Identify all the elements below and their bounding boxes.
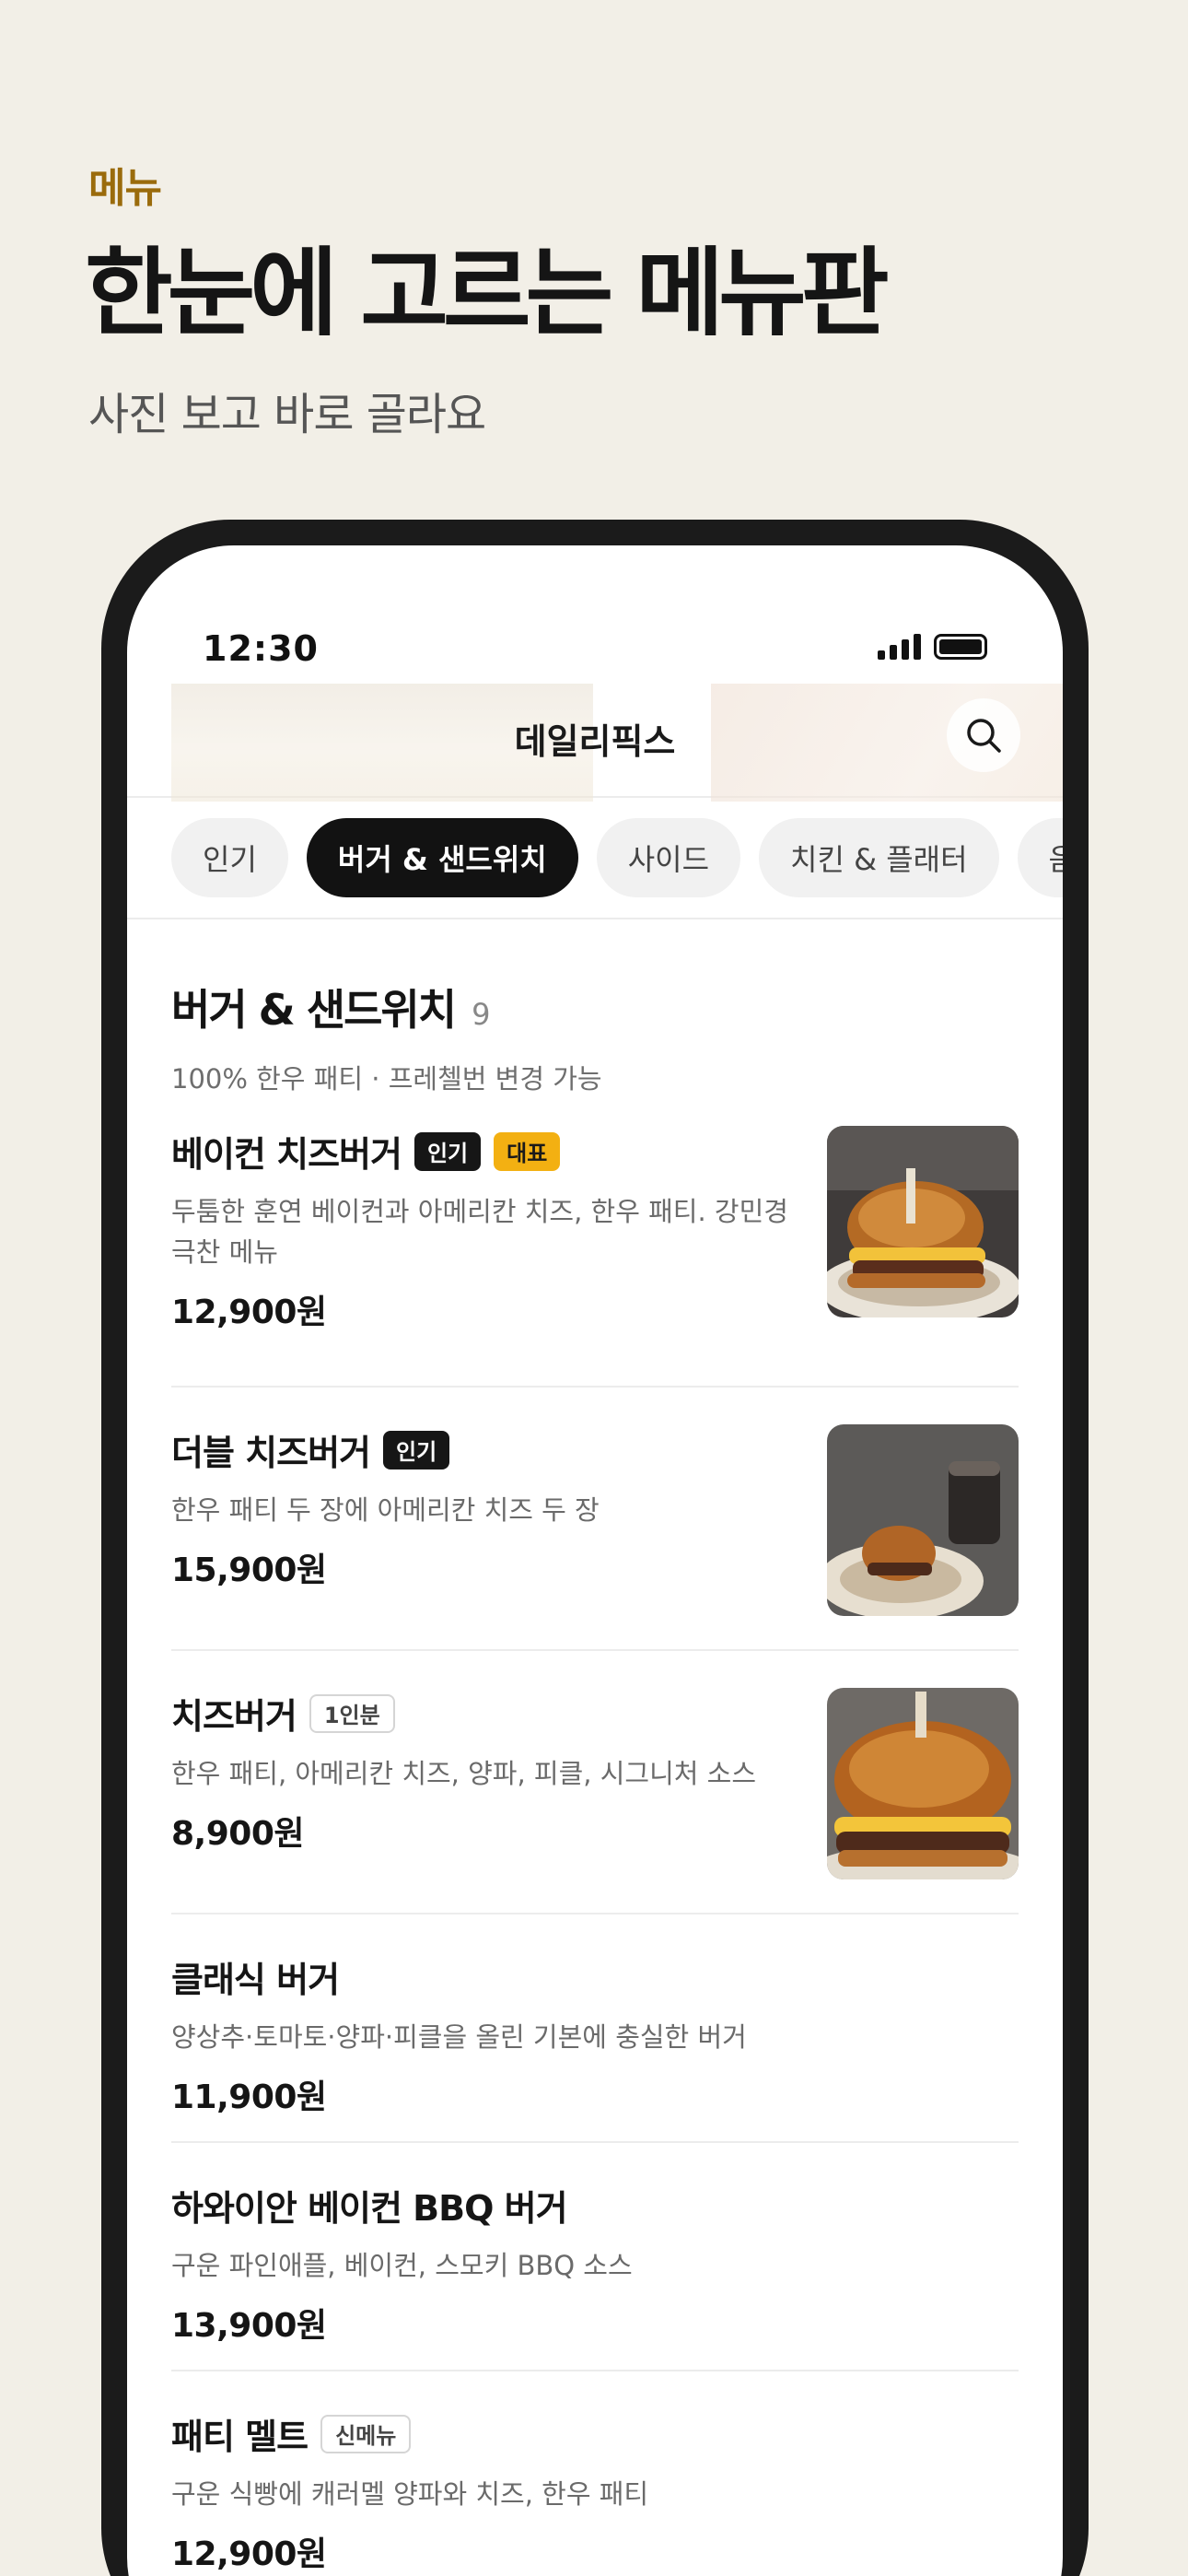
- menu-item-price: 11,900원: [171, 2078, 327, 2116]
- promo-headline: 한눈에 고르는 메뉴판: [85, 237, 890, 349]
- promo-eyebrow: 메뉴: [88, 165, 162, 212]
- badge-popular: 인기: [413, 1131, 482, 1171]
- battery-icon: [934, 634, 987, 660]
- menu-item-description: 구운 파인애플, 베이컨, 스모키 BBQ 소스: [171, 2250, 633, 2281]
- menu-item-price: 15,900원: [171, 1551, 327, 1589]
- badge-signature: 대표: [494, 1131, 561, 1171]
- menu-item[interactable]: 패티 멜트 신메뉴 구운 식빵에 캐러멜 양파와 치즈, 한우 패티 12,90…: [171, 2371, 1019, 2576]
- section-description: 100% 한우 패티 · 프레첼번 변경 가능: [171, 1063, 602, 1095]
- menu-item[interactable]: 베이컨 치즈버거 인기 대표 두툼한 훈연 베이컨과 아메리칸 치즈, 한우 패…: [171, 1126, 1019, 1388]
- phone-frame: 12:30 데일리픽스 인기 버거 & 샌드위치 사이드 치킨 & 플래터 음: [101, 520, 1089, 2576]
- menu-list: 베이컨 치즈버거 인기 대표 두툼한 훈연 베이컨과 아메리칸 치즈, 한우 패…: [171, 1126, 1019, 2576]
- tab-drinks[interactable]: 음료: [1017, 818, 1063, 897]
- menu-item-name: 베이컨 치즈버거: [171, 1134, 402, 1175]
- menu-item-price: 12,900원: [171, 2535, 327, 2573]
- signal-icon: [878, 634, 921, 660]
- menu-item[interactable]: 하와이안 베이컨 BBQ 버거 구운 파인애플, 베이컨, 스모키 BBQ 소스…: [171, 2143, 1019, 2371]
- badge-new: 신메뉴: [320, 2414, 412, 2453]
- badge-popular: 인기: [383, 1430, 450, 1469]
- menu-item-price: 8,900원: [171, 1815, 305, 1853]
- cheeseburger-photo: [827, 1688, 1019, 1879]
- menu-item-description: 한우 패티, 아메리칸 치즈, 양파, 피클, 시그니처 소스: [171, 1758, 757, 1789]
- double-cheeseburger-photo: [827, 1424, 1019, 1616]
- menu-item-name: 클래식 버거: [171, 1960, 340, 2000]
- menu-item-price: 13,900원: [171, 2307, 327, 2345]
- divider: [127, 918, 1063, 919]
- menu-item-price: 12,900원: [171, 1294, 327, 1331]
- phone-screen: 12:30 데일리픽스 인기 버거 & 샌드위치 사이드 치킨 & 플래터 음: [127, 545, 1063, 2576]
- search-button[interactable]: [947, 698, 1020, 772]
- tab-side[interactable]: 사이드: [596, 818, 741, 897]
- menu-item-name: 치즈버거: [171, 1696, 297, 1737]
- store-title: 데일리픽스: [514, 721, 676, 762]
- menu-item-description: 한우 패티 두 장에 아메리칸 치즈 두 장: [171, 1494, 600, 1526]
- menu-item-description: 양상추·토마토·양파·피클을 올린 기본에 충실한 버거: [171, 2021, 747, 2053]
- menu-item[interactable]: 치즈버거 1인분 한우 패티, 아메리칸 치즈, 양파, 피클, 시그니처 소스…: [171, 1651, 1019, 1914]
- section-header: 버거 & 샌드위치 9 100% 한우 패티 · 프레첼번 변경 가능: [171, 977, 1019, 1096]
- section-title: 버거 & 샌드위치: [171, 985, 457, 1035]
- bacon-cheeseburger-photo: [827, 1126, 1019, 1317]
- status-icons: [878, 634, 987, 660]
- tab-chicken-platter[interactable]: 치킨 & 플래터: [759, 818, 999, 897]
- tab-burger-sandwich[interactable]: 버거 & 샌드위치: [306, 818, 578, 897]
- category-tabs: 인기 버거 & 샌드위치 사이드 치킨 & 플래터 음료: [171, 818, 1063, 897]
- search-icon: [967, 719, 1001, 753]
- menu-item-name: 하와이안 베이컨 BBQ 버거: [171, 2188, 568, 2229]
- menu-item[interactable]: 더블 치즈버거 인기 한우 패티 두 장에 아메리칸 치즈 두 장 15,900…: [171, 1388, 1019, 1651]
- menu-item-description: 구운 식빵에 캐러멜 양파와 치즈, 한우 패티: [171, 2478, 649, 2510]
- menu-item-name: 패티 멜트: [171, 2417, 309, 2457]
- top-bar: 데일리픽스: [127, 674, 1063, 802]
- menu-item-name: 더블 치즈버거: [171, 1433, 371, 1473]
- promo-subhead: 사진 보고 바로 골라요: [88, 389, 486, 440]
- status-time: 12:30: [203, 628, 319, 669]
- section-count: 9: [472, 997, 491, 1032]
- badge-single-serving: 1인분: [309, 1693, 395, 1733]
- menu-item-description: 두툼한 훈연 베이컨과 아메리칸 치즈, 한우 패티. 강민경 극찬 메뉴: [171, 1196, 788, 1268]
- menu-item[interactable]: 클래식 버거 양상추·토마토·양파·피클을 올린 기본에 충실한 버거 11,9…: [171, 1914, 1019, 2143]
- tab-popular[interactable]: 인기: [171, 818, 288, 897]
